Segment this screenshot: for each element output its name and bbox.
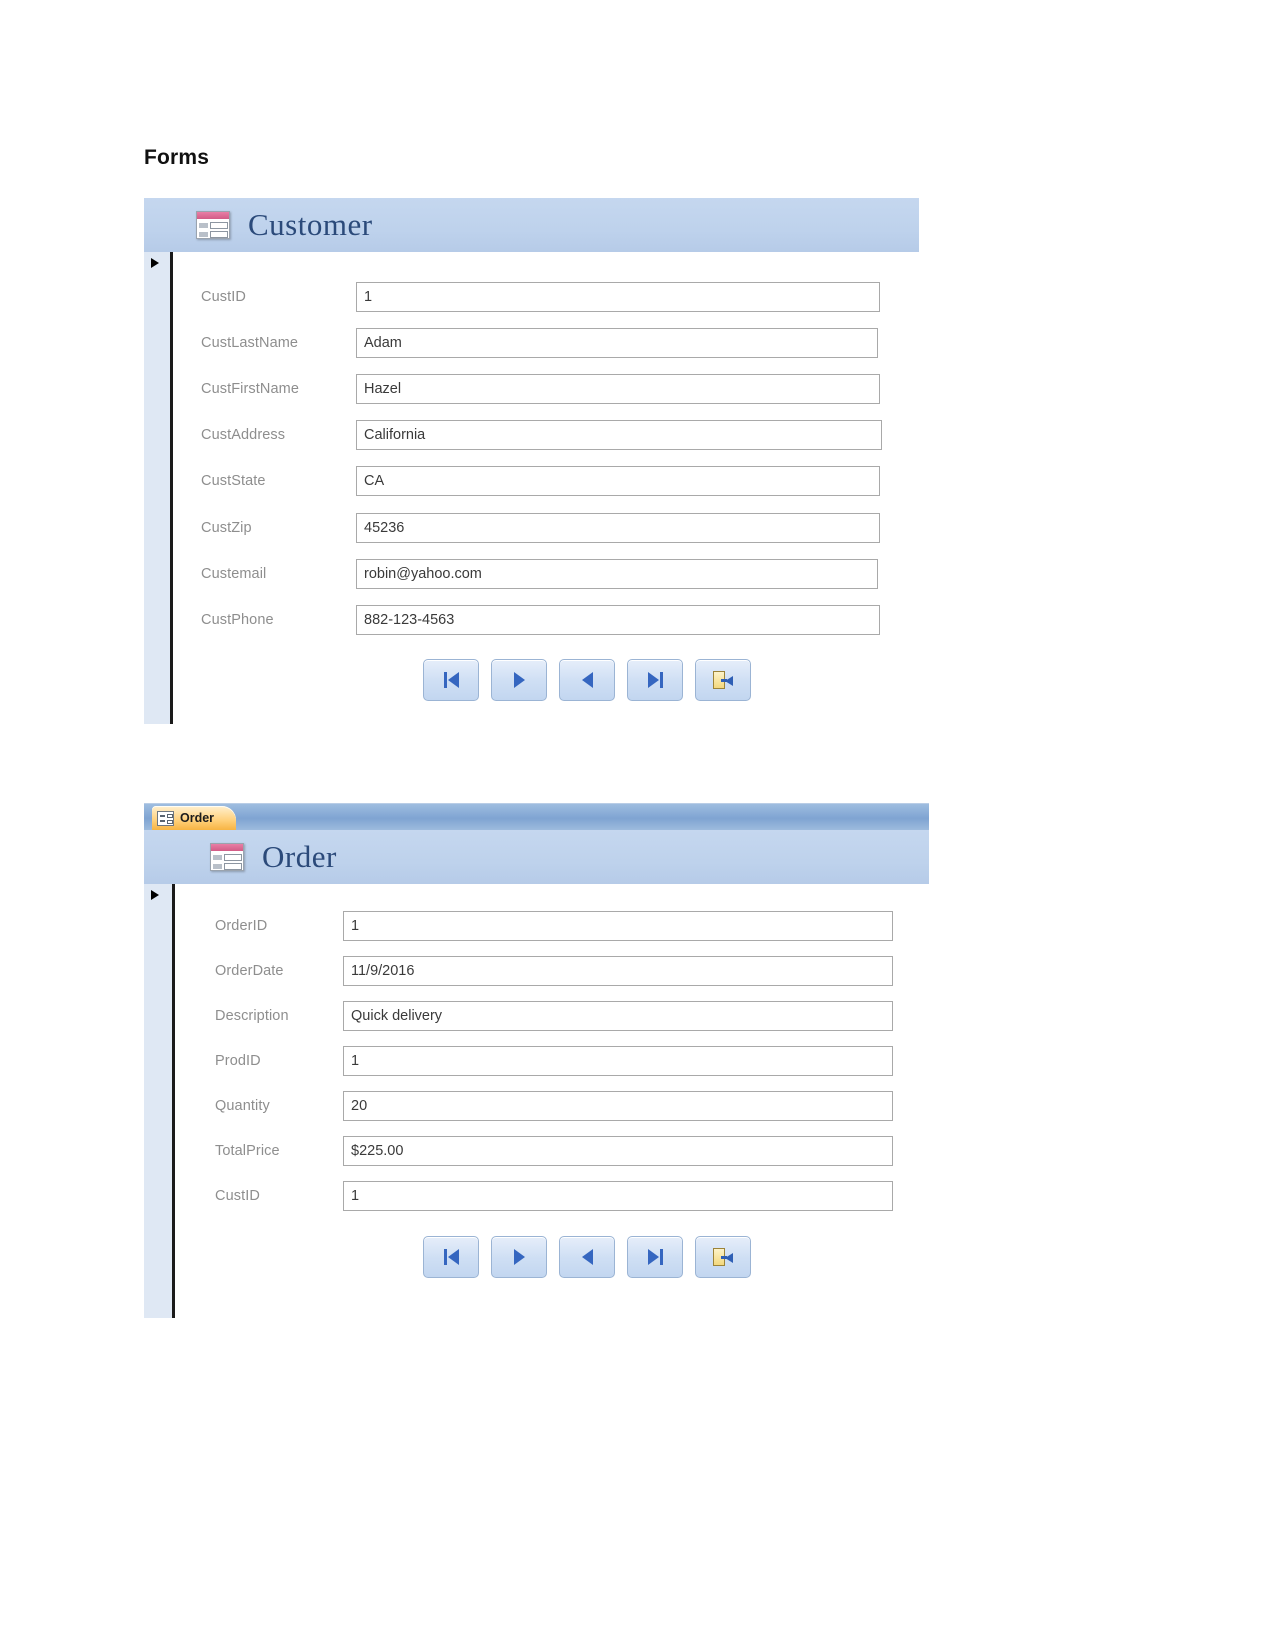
field-input-totalprice[interactable]: $225.00 <box>343 1136 893 1166</box>
field-input-quantity[interactable]: 20 <box>343 1091 893 1121</box>
record-selector-arrow-icon <box>151 890 159 900</box>
skip-to-last-icon <box>647 672 663 688</box>
order-record-selector[interactable] <box>144 884 175 1318</box>
field-label-description: Description <box>215 1008 289 1024</box>
order-tab-strip: Order <box>144 803 929 830</box>
form-tab-icon <box>157 810 174 826</box>
field-label-custid: CustID <box>215 1188 260 1204</box>
field-label-custzip: CustZip <box>201 519 252 536</box>
field-row-custzip: CustZip 45236 <box>173 505 919 550</box>
field-row-custphone: CustPhone 882-123-4563 <box>173 597 919 642</box>
field-row-orderdate: OrderDate 11/9/2016 <box>175 949 929 993</box>
skip-to-first-icon <box>443 1249 459 1265</box>
customer-record-selector[interactable] <box>144 252 173 724</box>
field-label-quantity: Quantity <box>215 1098 270 1114</box>
exit-form-button[interactable] <box>695 659 751 701</box>
field-label-custphone: CustPhone <box>201 611 274 628</box>
play-right-icon <box>513 672 525 688</box>
customer-fields: CustID 1 CustLastName Adam CustFirstName… <box>173 252 919 724</box>
field-row-custid: CustID 1 <box>173 274 919 319</box>
field-input-custfirstname[interactable]: Hazel <box>356 373 880 404</box>
field-input-orderdate[interactable]: 11/9/2016 <box>343 956 893 986</box>
order-nav-buttons <box>423 1236 929 1278</box>
field-row-quantity: Quantity 20 <box>175 1084 929 1128</box>
field-row-custemail: Custemail robin@yahoo.com <box>173 551 919 596</box>
customer-form-window: Customer CustID 1 CustLastName Adam Cust… <box>144 198 919 724</box>
customer-form-body: CustID 1 CustLastName Adam CustFirstName… <box>144 252 919 724</box>
field-row-custstate: CustState CA <box>173 458 919 504</box>
customer-form-title: Customer <box>248 207 373 242</box>
first-record-button[interactable] <box>423 659 479 701</box>
last-record-button[interactable] <box>627 659 683 701</box>
play-left-icon <box>581 672 593 688</box>
record-selector-arrow-icon <box>151 258 159 268</box>
page-title: Forms <box>144 146 210 169</box>
skip-to-last-icon <box>647 1249 663 1265</box>
field-label-totalprice: TotalPrice <box>215 1143 280 1159</box>
field-input-prodid[interactable]: 1 <box>343 1046 893 1076</box>
document-tab-order[interactable]: Order <box>152 806 237 830</box>
customer-form-banner: Customer <box>144 198 919 252</box>
field-input-orderid[interactable]: 1 <box>343 911 893 941</box>
next-record-button[interactable] <box>491 659 547 701</box>
play-right-icon <box>513 1249 525 1265</box>
field-input-custphone[interactable]: 882-123-4563 <box>356 604 880 635</box>
field-row-orderid: OrderID 1 <box>175 904 929 948</box>
previous-record-button[interactable] <box>559 1236 615 1278</box>
field-label-custfirstname: CustFirstName <box>201 380 299 397</box>
access-form-icon <box>196 211 230 239</box>
order-form-body: OrderID 1 OrderDate 11/9/2016 Descriptio… <box>144 884 929 1318</box>
order-form-banner: Order <box>144 830 929 884</box>
order-fields: OrderID 1 OrderDate 11/9/2016 Descriptio… <box>175 884 929 1318</box>
last-record-button[interactable] <box>627 1236 683 1278</box>
field-label-custemail: Custemail <box>201 565 267 582</box>
field-input-custid[interactable]: 1 <box>343 1181 893 1211</box>
field-label-custlastname: CustLastName <box>201 334 299 351</box>
field-row-custid: CustID 1 <box>175 1174 929 1218</box>
skip-to-first-icon <box>443 672 459 688</box>
first-record-button[interactable] <box>423 1236 479 1278</box>
next-record-button[interactable] <box>491 1236 547 1278</box>
field-input-custemail[interactable]: robin@yahoo.com <box>356 558 878 589</box>
exit-form-button[interactable] <box>695 1236 751 1278</box>
field-label-orderdate: OrderDate <box>215 963 284 979</box>
field-input-custlastname[interactable]: Adam <box>356 327 878 358</box>
exit-door-icon <box>713 1248 733 1266</box>
access-form-icon <box>210 843 244 871</box>
field-row-description: Description Quick delivery <box>175 994 929 1038</box>
order-form-window: Order Order OrderID 1 OrderDate 11/9/201… <box>144 803 929 1318</box>
field-input-custaddress[interactable]: California <box>356 419 882 450</box>
exit-door-icon <box>713 671 733 689</box>
field-input-description[interactable]: Quick delivery <box>343 1001 893 1031</box>
previous-record-button[interactable] <box>559 659 615 701</box>
field-label-custaddress: CustAddress <box>201 426 286 443</box>
field-row-prodid: ProdID 1 <box>175 1039 929 1083</box>
field-row-custfirstname: CustFirstName Hazel <box>173 366 919 411</box>
field-label-orderid: OrderID <box>215 918 268 934</box>
field-row-totalprice: TotalPrice $225.00 <box>175 1129 929 1173</box>
field-row-custlastname: CustLastName Adam <box>173 320 919 365</box>
field-input-custstate[interactable]: CA <box>356 466 880 496</box>
play-left-icon <box>581 1249 593 1265</box>
field-label-custid: CustID <box>201 288 246 305</box>
field-row-custaddress: CustAddress California <box>173 412 919 457</box>
customer-nav-buttons <box>423 659 919 701</box>
order-form-title: Order <box>262 839 337 874</box>
document-tab-label: Order <box>180 811 215 825</box>
field-label-prodid: ProdID <box>215 1053 261 1069</box>
field-input-custzip[interactable]: 45236 <box>356 512 880 543</box>
field-label-custstate: CustState <box>201 473 266 489</box>
field-input-custid[interactable]: 1 <box>356 281 880 312</box>
